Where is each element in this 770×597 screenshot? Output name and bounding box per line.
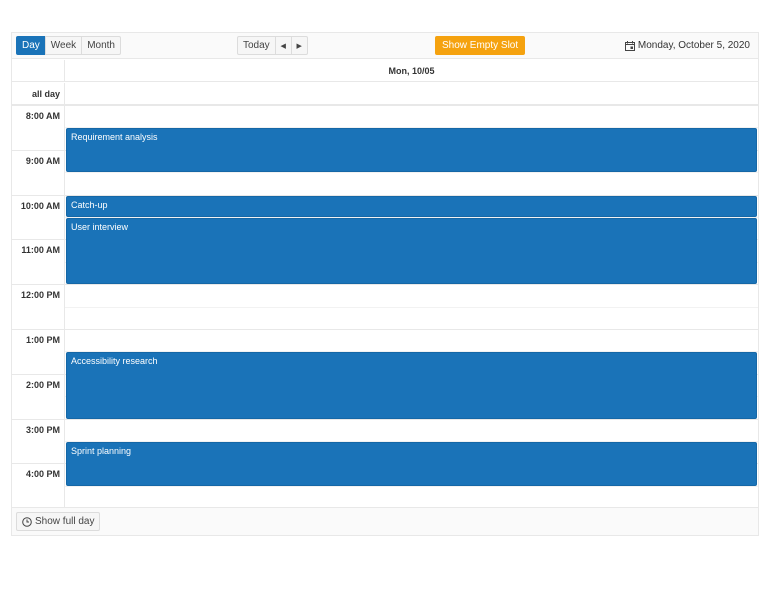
time-label: 9:00 AM xyxy=(25,155,60,166)
prev-button[interactable]: ◀ xyxy=(274,36,292,55)
time-label: 12:00 PM xyxy=(20,290,60,301)
view-switcher: Day Week Month xyxy=(16,36,121,55)
time-grid: 8:00 AM 9:00 AM 10:00 AM 11:00 AM 12:00 PM 1:… xyxy=(12,105,758,508)
show-full-day-label: Show full day xyxy=(35,516,95,527)
time-label: 1:00 PM xyxy=(25,335,60,345)
month-view-button[interactable]: Month xyxy=(81,36,121,55)
day-view-button[interactable]: Day xyxy=(16,36,46,55)
next-button[interactable]: ▶ xyxy=(290,36,308,55)
time-label: 2:00 PM xyxy=(25,379,60,390)
day-column[interactable]: Requirement analysis Catch-up User intervi… xyxy=(64,105,758,508)
time-slot-line xyxy=(65,306,758,308)
time-label: 11:00 AM xyxy=(21,245,60,256)
week-view-button[interactable]: Week xyxy=(44,36,83,55)
scheduler: Day Week Month Today ◀ ▶ Show Empty Slot… xyxy=(11,32,759,536)
event-user-interview[interactable]: User interview xyxy=(66,218,757,285)
all-day-row: all day xyxy=(12,83,758,105)
time-slot-line xyxy=(65,172,758,174)
time-slot-line xyxy=(65,105,758,106)
event-accessibility-research[interactable]: Accessibility research xyxy=(66,352,757,419)
scheduler-toolbar: Day Week Month Today ◀ ▶ Show Empty Slot… xyxy=(12,33,758,59)
event-requirement-analysis[interactable]: Requirement analysis xyxy=(66,128,757,173)
day-header-row: Mon, 10/05 xyxy=(12,60,758,82)
caret-right-icon: ▶ xyxy=(296,42,302,50)
time-slot-line xyxy=(65,284,758,286)
current-date-picker[interactable]: Monday, October 5, 2020 xyxy=(624,36,750,55)
show-full-day-button[interactable]: Show full day xyxy=(16,512,101,531)
time-slot-line xyxy=(65,329,758,330)
caret-left-icon: ◀ xyxy=(280,42,286,50)
scheduler-footer: Show full day xyxy=(12,507,758,535)
event-sprint-planning[interactable]: Sprint planning xyxy=(66,442,757,486)
time-label: 10:00 AM xyxy=(20,200,60,211)
all-day-label: all day xyxy=(31,89,60,99)
all-day-cell[interactable] xyxy=(64,83,758,104)
time-slot-line xyxy=(65,418,758,420)
current-date-label: Monday, October 5, 2020 xyxy=(637,40,750,51)
show-empty-slot-button[interactable]: Show Empty Slot xyxy=(435,36,526,55)
event-catch-up[interactable]: Catch-up xyxy=(66,195,757,217)
time-label: 3:00 PM xyxy=(25,424,60,435)
date-navigation: Today ◀ ▶ xyxy=(237,36,308,55)
calendar-icon xyxy=(624,40,635,51)
day-header: Mon, 10/05 xyxy=(64,60,758,81)
time-label: 8:00 AM xyxy=(25,111,60,121)
time-slot-line xyxy=(65,485,758,487)
today-button[interactable]: Today xyxy=(237,36,276,55)
time-column: 8:00 AM 9:00 AM 10:00 AM 11:00 AM 12:00 PM 1:… xyxy=(12,105,64,508)
clock-icon xyxy=(22,516,32,527)
time-label: 4:00 PM xyxy=(25,469,60,480)
